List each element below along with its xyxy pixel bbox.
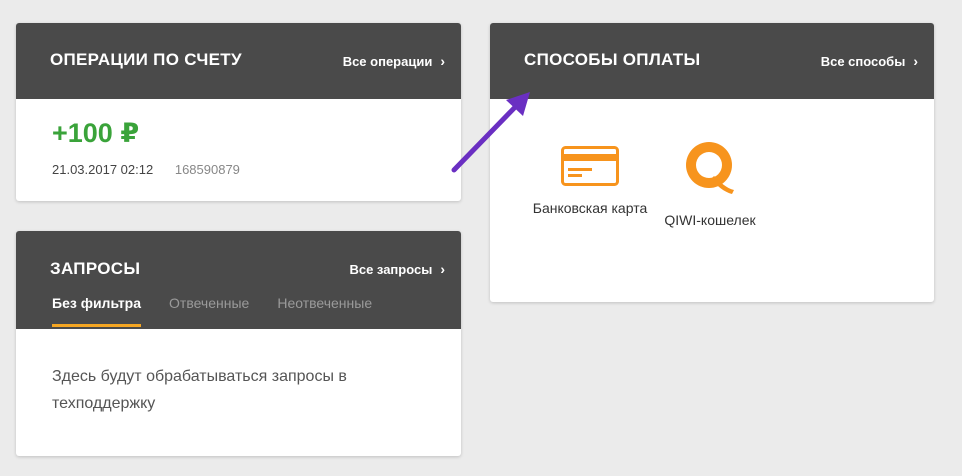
chevron-right-icon: › bbox=[440, 53, 445, 69]
tab-answered[interactable]: Отвеченные bbox=[169, 295, 249, 327]
tab-no-filter[interactable]: Без фильтра bbox=[52, 295, 142, 327]
payment-method-qiwi-label: QIWI-кошелек bbox=[664, 212, 756, 228]
operation-amount: +100 ₽ bbox=[52, 118, 140, 148]
payment-title: СПОСОБЫ ОПЛАТЫ bbox=[524, 50, 701, 69]
all-payment-methods-link[interactable]: Все способы › bbox=[821, 53, 918, 69]
credit-card-icon bbox=[561, 146, 619, 186]
annotation-arrow-icon bbox=[451, 92, 530, 173]
requests-header: ЗАПРОСЫ Все запросы › Без фильтра Отвече… bbox=[16, 231, 461, 329]
requests-empty-message: Здесь будут обрабатываться запросы в тех… bbox=[52, 368, 347, 412]
all-requests-link[interactable]: Все запросы › bbox=[349, 261, 445, 277]
tab-unanswered[interactable]: Неотвеченные bbox=[277, 295, 372, 327]
requests-tabs: Без фильтра Отвеченные Неотвеченные bbox=[52, 295, 372, 327]
all-operations-link[interactable]: Все операции › bbox=[343, 53, 445, 69]
qiwi-icon bbox=[686, 142, 734, 194]
operations-card: ОПЕРАЦИИ ПО СЧЕТУ Все операции › +100 ₽ … bbox=[16, 23, 461, 201]
payment-method-qiwi[interactable]: QIWI-кошелек bbox=[650, 138, 770, 231]
operations-header: ОПЕРАЦИИ ПО СЧЕТУ Все операции › bbox=[16, 23, 461, 99]
all-operations-label: Все операции bbox=[342, 53, 433, 69]
all-requests-label: Все запросы bbox=[349, 261, 433, 277]
all-payment-methods-label: Все способы bbox=[820, 53, 906, 69]
payment-methods-card: СПОСОБЫ ОПЛАТЫ Все способы › Банковская … bbox=[490, 23, 934, 302]
payment-method-bank-card-label: Банковская карта bbox=[532, 200, 648, 216]
chevron-right-icon: › bbox=[440, 261, 445, 277]
operation-meta: 21.03.2017 02:12 168590879 bbox=[52, 162, 240, 177]
chevron-right-icon: › bbox=[913, 53, 918, 69]
requests-title: ЗАПРОСЫ bbox=[50, 259, 141, 278]
payment-method-bank-card[interactable]: Банковская карта bbox=[530, 146, 650, 219]
operation-datetime: 21.03.2017 02:12 bbox=[52, 162, 154, 177]
operations-title: ОПЕРАЦИИ ПО СЧЕТУ bbox=[50, 50, 242, 69]
operation-id: 168590879 bbox=[174, 162, 240, 177]
payment-header: СПОСОБЫ ОПЛАТЫ Все способы › bbox=[490, 23, 934, 99]
requests-card: ЗАПРОСЫ Все запросы › Без фильтра Отвече… bbox=[16, 231, 461, 456]
